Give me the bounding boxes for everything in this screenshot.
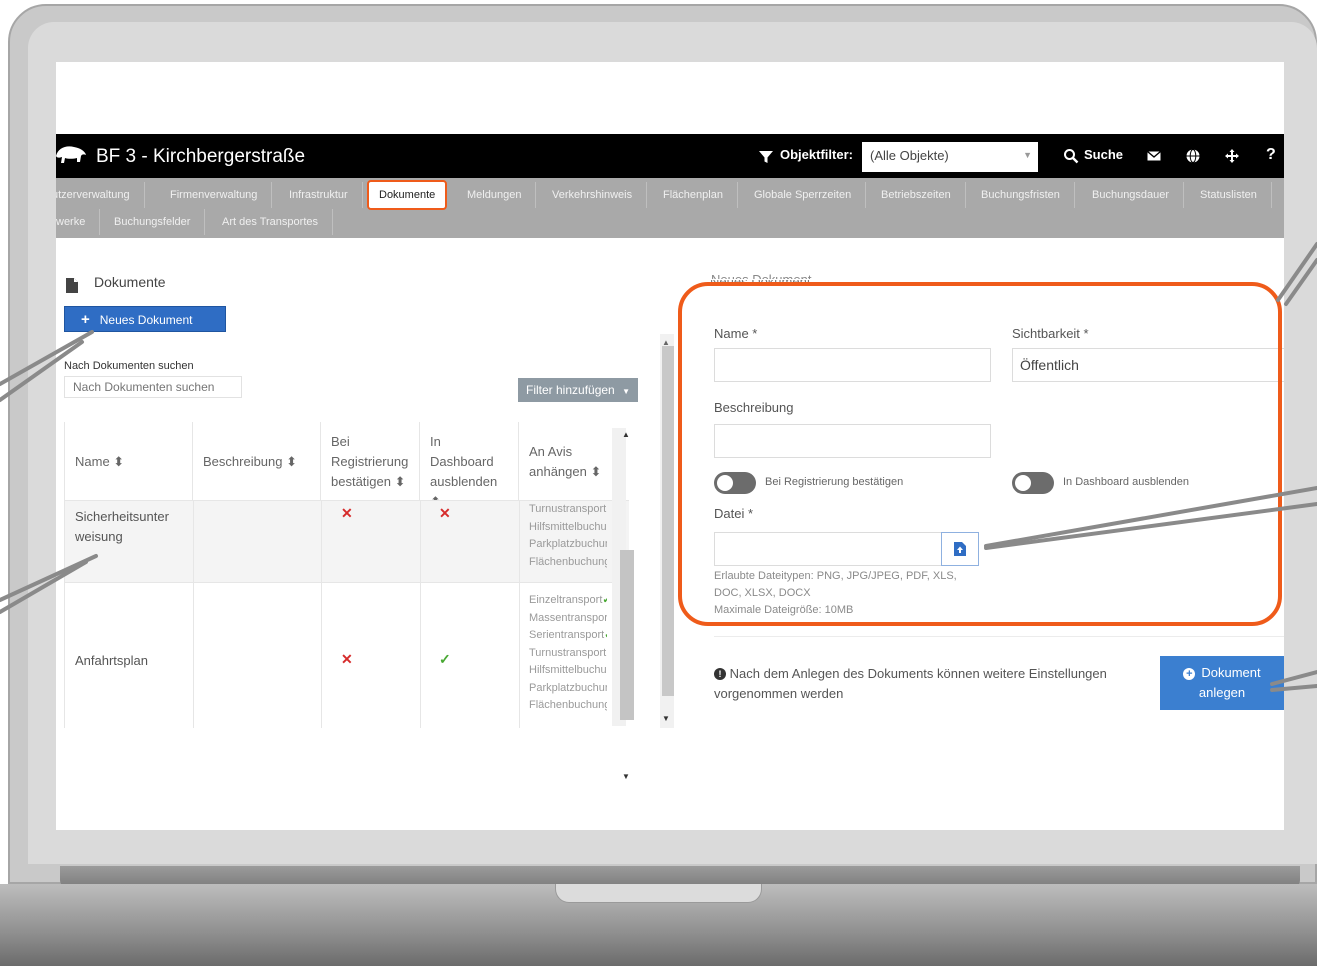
callout-lines xyxy=(0,242,1317,692)
